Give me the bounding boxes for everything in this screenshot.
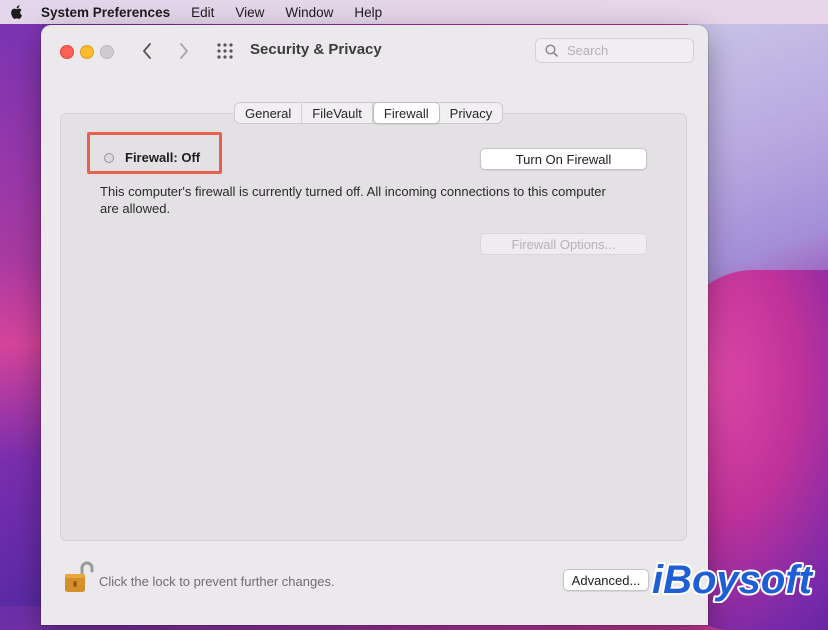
title-bar: Security & Privacy (41, 25, 708, 77)
turn-on-firewall-button[interactable]: Turn On Firewall (480, 148, 647, 170)
menu-system-preferences[interactable]: System Preferences (41, 5, 170, 20)
tab-privacy[interactable]: Privacy (440, 103, 503, 123)
chevron-left-icon (143, 43, 151, 59)
back-button[interactable] (137, 41, 157, 61)
tab-general[interactable]: General (235, 103, 303, 123)
search-field[interactable] (535, 38, 694, 63)
apple-icon[interactable] (9, 4, 23, 20)
lock-message: Click the lock to prevent further change… (99, 574, 335, 589)
menu-edit[interactable]: Edit (191, 5, 214, 20)
svg-text:iBoysoft: iBoysoft (652, 558, 814, 602)
advanced-button[interactable]: Advanced... (563, 569, 649, 591)
forward-button[interactable] (174, 41, 194, 61)
grid-icon[interactable] (216, 42, 234, 60)
firewall-panel (60, 113, 687, 541)
preferences-window: Security & Privacy General FileVault Fir… (41, 25, 708, 625)
tab-bar: General FileVault Firewall Privacy (234, 102, 504, 124)
firewall-status-label: Firewall: Off (125, 150, 201, 165)
tab-firewall[interactable]: Firewall (372, 102, 440, 124)
menu-window[interactable]: Window (285, 5, 333, 20)
menu-help[interactable]: Help (354, 5, 382, 20)
menu-bar: System Preferences Edit View Window Help (0, 0, 828, 24)
zoom-button[interactable] (100, 45, 114, 59)
iboysoft-watermark-logo: iBoysoft iBoysoft (650, 556, 816, 603)
menu-view[interactable]: View (235, 5, 264, 20)
window-title: Security & Privacy (250, 41, 382, 58)
firewall-options-button[interactable]: Firewall Options... (480, 233, 647, 255)
chevron-right-icon (180, 43, 188, 59)
status-indicator (104, 153, 114, 163)
wallpaper-left (0, 24, 42, 606)
tab-filevault[interactable]: FileVault (302, 103, 373, 123)
firewall-description: This computer's firewall is currently tu… (100, 184, 606, 216)
minimize-button[interactable] (80, 45, 94, 59)
search-input[interactable] (565, 42, 679, 59)
close-button[interactable] (60, 45, 74, 59)
search-icon (545, 44, 558, 57)
unlocked-lock-icon[interactable] (62, 560, 94, 594)
